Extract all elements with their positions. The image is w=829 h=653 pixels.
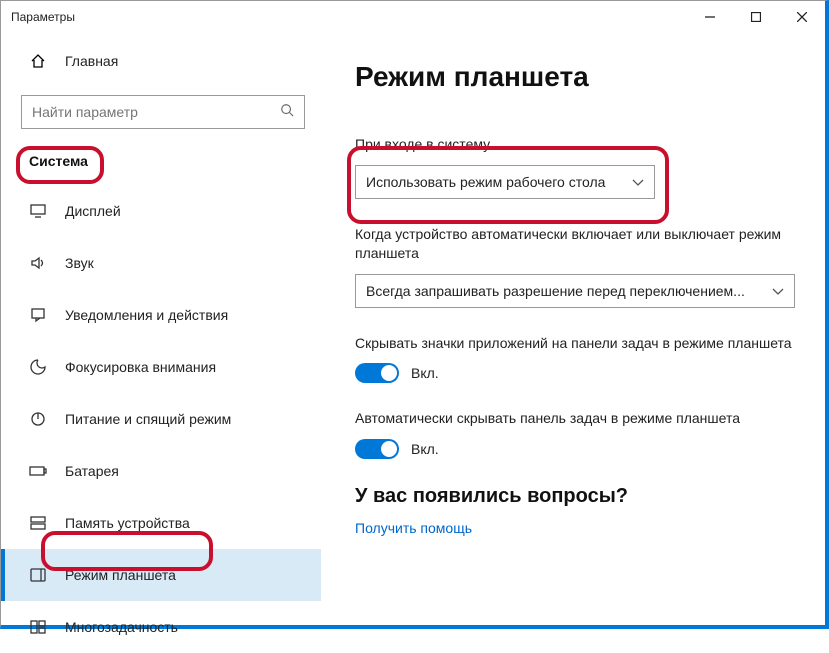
dropdown-value: Использовать режим рабочего стола (366, 174, 605, 190)
close-button[interactable] (779, 1, 825, 33)
nav-label: Фокусировка внимания (65, 359, 216, 375)
nav-notifications[interactable]: Уведомления и действия (1, 289, 321, 341)
sound-icon (29, 255, 47, 271)
hideicons-label: Скрывать значки приложений на панели зад… (355, 334, 803, 354)
nav-display[interactable]: Дисплей (1, 185, 321, 237)
focus-icon (29, 359, 47, 375)
nav-label: Звук (65, 255, 94, 271)
search-box[interactable] (21, 95, 305, 129)
auto-label: Когда устройство автоматически включает … (355, 225, 803, 264)
window-title: Параметры (11, 10, 75, 24)
signin-dropdown[interactable]: Использовать режим рабочего стола (355, 165, 655, 199)
nav-label: Батарея (65, 463, 119, 479)
nav-label: Память устройства (65, 515, 190, 531)
dropdown-value: Всегда запрашивать разрешение перед пере… (366, 283, 745, 299)
window-controls (687, 1, 825, 33)
nav-power[interactable]: Питание и спящий режим (1, 393, 321, 445)
home-label: Главная (65, 53, 118, 69)
nav-label: Дисплей (65, 203, 121, 219)
tablet-icon (29, 568, 47, 582)
help-title: У вас появились вопросы? (355, 485, 803, 508)
notifications-icon (29, 307, 47, 323)
maximize-button[interactable] (733, 1, 779, 33)
sidebar: Главная Система Дисплей Звук Уведомления… (1, 33, 321, 625)
nav-label: Питание и спящий режим (65, 411, 231, 427)
nav-label: Многозадачность (65, 619, 178, 635)
chevron-down-icon (772, 283, 784, 299)
display-icon (29, 204, 47, 218)
search-icon (280, 103, 294, 122)
home-icon (29, 53, 47, 69)
titlebar: Параметры (1, 1, 825, 33)
signin-label: При входе в систему (355, 135, 803, 155)
toggle-state: Вкл. (411, 441, 439, 457)
battery-icon (29, 465, 47, 477)
nav-label: Режим планшета (65, 567, 176, 583)
home-link[interactable]: Главная (1, 41, 321, 81)
page-title: Режим планшета (355, 61, 803, 93)
nav-tablet[interactable]: Режим планшета (1, 549, 321, 601)
power-icon (29, 411, 47, 427)
storage-icon (29, 516, 47, 530)
nav-battery[interactable]: Батарея (1, 445, 321, 497)
minimize-button[interactable] (687, 1, 733, 33)
search-input[interactable] (32, 104, 280, 120)
nav-storage[interactable]: Память устройства (1, 497, 321, 549)
help-link[interactable]: Получить помощь (355, 520, 803, 536)
hidetaskbar-toggle[interactable] (355, 439, 399, 459)
nav-multitask[interactable]: Многозадачность (1, 601, 321, 653)
nav-sound[interactable]: Звук (1, 237, 321, 289)
chevron-down-icon (632, 174, 644, 190)
section-title: Система (1, 143, 321, 179)
content: Режим планшета При входе в систему Испол… (321, 33, 825, 625)
multitask-icon (29, 620, 47, 634)
hidetaskbar-label: Автоматически скрывать панель задач в ре… (355, 409, 803, 429)
nav-label: Уведомления и действия (65, 307, 228, 323)
toggle-state: Вкл. (411, 365, 439, 381)
auto-dropdown[interactable]: Всегда запрашивать разрешение перед пере… (355, 274, 795, 308)
nav-focus[interactable]: Фокусировка внимания (1, 341, 321, 393)
hideicons-toggle[interactable] (355, 363, 399, 383)
